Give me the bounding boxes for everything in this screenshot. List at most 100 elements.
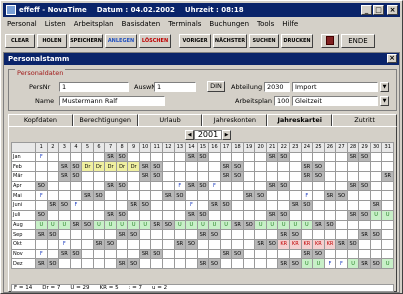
day-cell[interactable]: [46, 180, 60, 192]
day-cell[interactable]: [162, 238, 175, 250]
day-cell[interactable]: Dr: [92, 161, 106, 173]
day-cell[interactable]: [312, 209, 325, 221]
day-cell[interactable]: [92, 180, 106, 192]
day-cell[interactable]: [242, 248, 256, 260]
day-cell[interactable]: [242, 238, 256, 250]
day-cell[interactable]: [335, 248, 348, 260]
day-cell[interactable]: [323, 200, 337, 211]
day-cell[interactable]: [138, 238, 152, 250]
anlegen-button[interactable]: ANLEGEN: [105, 33, 137, 48]
day-cell[interactable]: SR: [196, 229, 210, 240]
day-cell[interactable]: [173, 248, 187, 260]
day-cell[interactable]: F: [323, 258, 337, 269]
holen-button[interactable]: HOLEN: [37, 33, 67, 48]
day-cell[interactable]: [254, 161, 267, 173]
day-cell[interactable]: U: [185, 219, 198, 231]
day-cell[interactable]: [242, 180, 256, 192]
day-cell[interactable]: SR: [346, 151, 360, 163]
day-cell[interactable]: SR: [219, 171, 233, 182]
day-cell[interactable]: [185, 248, 198, 260]
day-cell[interactable]: [323, 171, 337, 182]
day-cell[interactable]: [127, 171, 140, 182]
day-cell[interactable]: [242, 229, 256, 240]
day-cell[interactable]: [92, 209, 106, 221]
day-cell[interactable]: SO: [312, 161, 325, 173]
day-cell[interactable]: [300, 209, 314, 221]
day-cell[interactable]: [104, 258, 117, 269]
abteilung-code-field[interactable]: 2030: [264, 82, 290, 92]
day-cell[interactable]: SO: [35, 209, 48, 221]
day-cell[interactable]: [81, 248, 94, 260]
day-cell[interactable]: [138, 229, 152, 240]
day-cell[interactable]: [81, 200, 94, 211]
day-cell[interactable]: SO: [150, 171, 163, 182]
day-cell[interactable]: U: [104, 219, 117, 231]
day-cell[interactable]: [81, 209, 94, 221]
day-cell[interactable]: [254, 209, 267, 221]
day-cell[interactable]: [46, 190, 60, 202]
day-cell[interactable]: SO: [219, 200, 233, 211]
day-cell[interactable]: SR: [289, 200, 302, 211]
day-cell[interactable]: [381, 200, 394, 211]
day-cell[interactable]: [369, 161, 383, 173]
day-cell[interactable]: [208, 238, 221, 250]
day-cell[interactable]: [162, 171, 175, 182]
day-cell[interactable]: SO: [150, 161, 163, 173]
day-cell[interactable]: SR: [265, 180, 279, 192]
day-cell[interactable]: [162, 161, 175, 173]
day-cell[interactable]: SR: [381, 171, 394, 182]
day-cell[interactable]: [219, 180, 233, 192]
day-cell[interactable]: [219, 209, 233, 221]
day-cell[interactable]: SR: [173, 238, 187, 250]
day-cell[interactable]: [150, 209, 163, 221]
day-cell[interactable]: [81, 229, 94, 240]
day-cell[interactable]: [231, 238, 244, 250]
day-cell[interactable]: [127, 248, 140, 260]
day-cell[interactable]: [173, 161, 187, 173]
day-cell[interactable]: [35, 161, 48, 173]
day-cell[interactable]: SR: [104, 180, 117, 192]
day-cell[interactable]: F: [173, 180, 187, 192]
day-cell[interactable]: [35, 200, 48, 211]
day-cell[interactable]: F: [300, 190, 314, 202]
day-cell[interactable]: [81, 258, 94, 269]
day-cell[interactable]: [289, 190, 302, 202]
day-cell[interactable]: [277, 200, 291, 211]
day-cell[interactable]: [289, 180, 302, 192]
day-cell[interactable]: [185, 171, 198, 182]
day-cell[interactable]: [346, 219, 360, 231]
day-cell[interactable]: SR: [335, 238, 348, 250]
day-cell[interactable]: SO: [92, 190, 106, 202]
day-cell[interactable]: [46, 238, 60, 250]
day-cell[interactable]: SR: [312, 219, 325, 231]
day-cell[interactable]: SR: [208, 200, 221, 211]
day-cell[interactable]: [254, 248, 267, 260]
day-cell[interactable]: SO: [231, 248, 244, 260]
day-cell[interactable]: [254, 171, 267, 182]
day-cell[interactable]: U: [35, 219, 48, 231]
day-cell[interactable]: [265, 229, 279, 240]
maximize-button[interactable]: □: [373, 5, 384, 15]
day-cell[interactable]: [46, 209, 60, 221]
day-cell[interactable]: [92, 229, 106, 240]
day-cell[interactable]: [196, 161, 210, 173]
day-cell[interactable]: [208, 161, 221, 173]
day-cell[interactable]: [254, 151, 267, 163]
day-cell[interactable]: [369, 190, 383, 202]
day-cell[interactable]: [369, 151, 383, 163]
day-cell[interactable]: [92, 258, 106, 269]
day-cell[interactable]: [265, 258, 279, 269]
day-cell[interactable]: F: [208, 180, 221, 192]
day-cell[interactable]: [208, 209, 221, 221]
day-cell[interactable]: [300, 180, 314, 192]
year-value[interactable]: 2001: [194, 129, 222, 140]
day-cell[interactable]: SO: [231, 161, 244, 173]
day-cell[interactable]: [323, 151, 337, 163]
day-cell[interactable]: SO: [369, 229, 383, 240]
day-cell[interactable]: [358, 238, 371, 250]
day-cell[interactable]: [35, 171, 48, 182]
menu-terminals[interactable]: Terminals: [164, 20, 205, 28]
day-cell[interactable]: [69, 151, 83, 163]
day-cell[interactable]: [312, 151, 325, 163]
day-cell[interactable]: U: [208, 219, 221, 231]
